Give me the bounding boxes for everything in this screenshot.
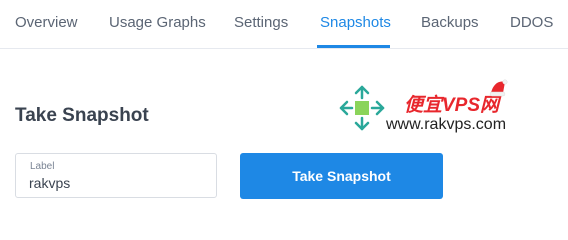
tab-settings[interactable]: Settings	[234, 14, 288, 31]
tab-ddos[interactable]: DDOS	[510, 14, 553, 31]
label-field-caption: Label	[30, 161, 55, 172]
active-tab-indicator	[317, 45, 390, 48]
tab-usage-graphs[interactable]: Usage Graphs	[109, 14, 206, 31]
take-snapshot-button[interactable]: Take Snapshot	[240, 153, 443, 199]
tab-overview[interactable]: Overview	[15, 14, 78, 31]
tab-bar: Overview Usage Graphs Settings Snapshots…	[0, 0, 568, 49]
santa-hat-icon	[488, 79, 508, 97]
watermark-url: www.rakvps.com	[386, 116, 507, 133]
label-input[interactable]	[29, 175, 204, 191]
tab-backups[interactable]: Backups	[421, 14, 479, 31]
section-title: Take Snapshot	[15, 105, 149, 126]
tab-snapshots[interactable]: Snapshots	[320, 14, 391, 31]
label-field[interactable]: Label	[15, 153, 217, 198]
watermark-brand: 便宜VPS网	[404, 95, 500, 116]
four-way-arrows-icon	[338, 84, 386, 132]
